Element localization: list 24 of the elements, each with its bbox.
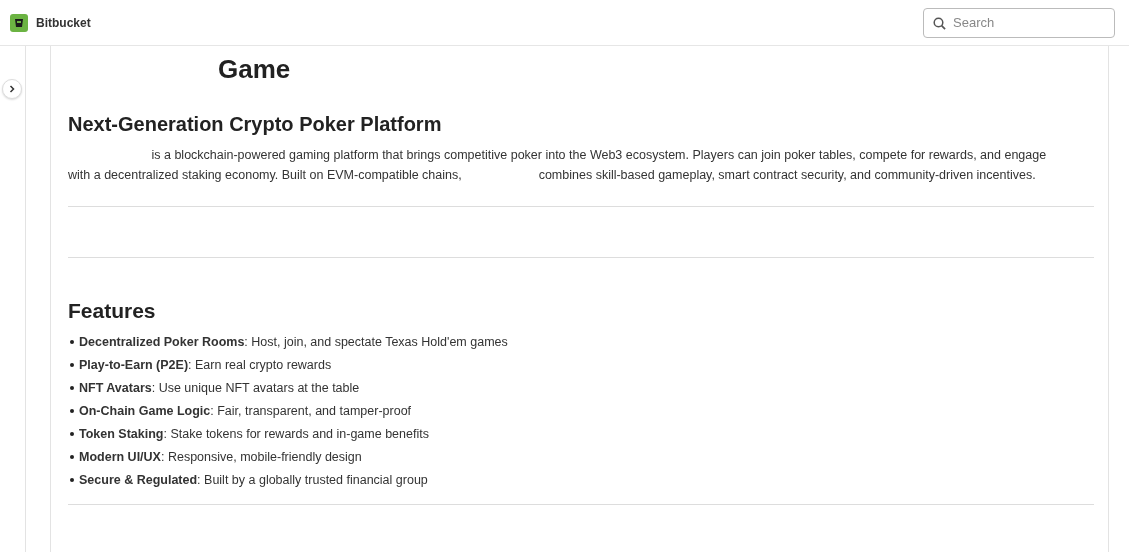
feature-item: Token Staking: Stake tokens for rewards and in-game benefits — [79, 426, 429, 444]
bullet-icon — [70, 454, 74, 459]
feature-item: NFT Avatars: Use unique NFT avatars at the table — [79, 380, 360, 398]
bullet-icon — [70, 431, 74, 436]
search-icon — [933, 16, 946, 30]
bullet-icon — [70, 339, 74, 344]
chevron-icon — [8, 85, 16, 93]
feature-item: Play-to-Earn (P2E): Earn real crypto rewards — [79, 357, 332, 375]
bullet-icon — [70, 408, 74, 413]
bullet-icon — [70, 477, 74, 482]
expand-sidebar-button[interactable] — [2, 79, 22, 99]
section-heading: Features — [68, 298, 157, 324]
feature-item: Modern UI/UX: Responsive, mobile-friendly design — [79, 449, 362, 467]
bullet-icon — [70, 385, 74, 390]
search-field[interactable]: Search — [923, 7, 1115, 38]
bullet-icon — [70, 362, 74, 367]
feature-item: Secure & Regulated: Built by a globally trusted financial group — [79, 472, 428, 490]
readme-title: Game — [218, 53, 291, 86]
intro-paragraph: is a blockchain-powered gaming platform that brings competitive poker into the Web3 ecosystem. Players can join poker tables, compete for rewards, and engage with a decentralized staking economy. Built on EVM-compatible chains, combines skill-based gameplay, smart contract security, and community-driven incentives. — [68, 147, 1048, 184]
feature-item: On-Chain Game Logic: Fair, transparent, and tamper-proof — [79, 403, 412, 421]
section-heading: Next-Generation Crypto Poker Platform — [68, 112, 443, 136]
logo-icon — [10, 13, 28, 32]
feature-item: Decentralized Poker Rooms: Host, join, and spectate Texas Hold'em games — [79, 334, 508, 352]
product-name[interactable]: Bitbucket — [36, 13, 91, 32]
